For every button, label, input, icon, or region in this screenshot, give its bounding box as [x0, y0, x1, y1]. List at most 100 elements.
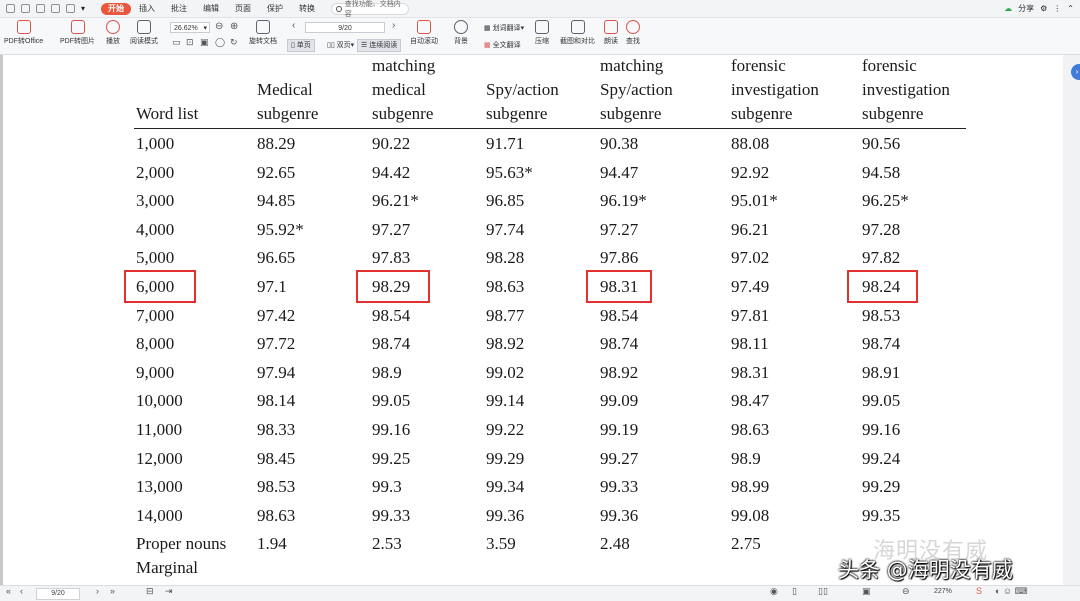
fit-icon[interactable]: ⊟ — [146, 586, 154, 597]
collapse-icon[interactable]: ⌃ — [1067, 4, 1074, 13]
cell-matching-spy-action: 99.27 — [600, 448, 639, 468]
rotate-icon — [256, 20, 270, 34]
cell-matching-spy-action: 2.48 — [600, 534, 630, 554]
settings-icon[interactable]: ⚙ — [1040, 4, 1047, 13]
next-page-icon[interactable]: › — [392, 20, 395, 31]
exit-icon[interactable]: ⇥ — [165, 586, 173, 597]
highlight-box-word-list — [124, 270, 196, 303]
document-page: Word list Medical subgenre matching medi… — [3, 55, 1063, 585]
tab-insert[interactable]: 插入 — [131, 0, 163, 17]
single-view-icon[interactable]: ▯ — [792, 586, 797, 597]
save-icon[interactable] — [21, 4, 30, 13]
share-button[interactable]: 分享 — [1018, 3, 1034, 14]
cloud-sync-icon[interactable]: ☁ — [1004, 4, 1012, 13]
pdf-to-office-button[interactable]: PDF转Office — [4, 20, 43, 46]
double-page-button[interactable]: ▯▯ 双页▾ — [323, 39, 358, 52]
pdf-to-image-button[interactable]: PDF转图片 — [60, 20, 95, 46]
cell-spy-action: 99.02 — [486, 362, 525, 382]
tab-comment[interactable]: 批注 — [163, 0, 195, 17]
status-page-input[interactable]: 9/20 — [36, 588, 80, 600]
cell-matching-medical: 94.42 — [372, 162, 411, 182]
header-medical-subgenre: Medical subgenre — [257, 80, 319, 123]
continuous-read-button[interactable]: ☰ 连续阅读 — [357, 39, 402, 52]
read-mode-button[interactable]: 阅读模式 — [130, 20, 158, 46]
cell-spy-action: 99.34 — [486, 477, 525, 497]
print-icon[interactable] — [36, 4, 45, 13]
cell-spy-action: 3.59 — [486, 534, 516, 554]
cell-matching-medical: 98.9 — [372, 362, 402, 382]
cell-word-list: 7,000 — [136, 305, 175, 325]
cell-spy-action: 99.36 — [486, 505, 525, 525]
cell-matching-medical: 99.33 — [372, 505, 411, 525]
zoom-in-icon[interactable]: ⊕ — [230, 21, 238, 32]
cell-forensic: 98.9 — [731, 448, 761, 468]
cell-matching-spy-action: 90.38 — [600, 134, 639, 153]
background-button[interactable]: 背景 — [454, 20, 468, 46]
select-icon[interactable]: ◯ — [215, 37, 225, 48]
tab-convert[interactable]: 转换 — [291, 0, 323, 17]
tab-protect[interactable]: 保护 — [259, 0, 291, 17]
read-aloud-button[interactable]: 朗读 — [604, 20, 618, 46]
quick-access-toolbar: ▾ — [6, 4, 87, 13]
single-page-button[interactable]: ▯ 单页 — [287, 39, 315, 52]
full-translate-button[interactable]: ▦ 全文翻译 — [480, 39, 525, 52]
status-zoom[interactable]: 227% — [934, 588, 952, 595]
header-matching-medical: matching medical subgenre — [372, 56, 436, 123]
pdf-image-icon — [70, 20, 85, 34]
cell-medical: 97.42 — [257, 305, 296, 325]
compress-button[interactable]: 压缩 — [535, 20, 549, 46]
cell-forensic: 88.08 — [731, 134, 770, 153]
screenshot-compare-button[interactable]: 截图和对比 — [560, 20, 595, 46]
find-button[interactable]: 查找 — [626, 20, 640, 46]
prev-page-icon[interactable]: ‹ — [292, 20, 295, 31]
fit-width-icon[interactable]: ⊡ — [186, 37, 194, 48]
rotate-small-icon[interactable]: ↻ — [230, 37, 238, 48]
cell-matching-forensic: 94.58 — [862, 162, 901, 182]
read-view-icon[interactable]: ▣ — [862, 586, 871, 597]
tab-start[interactable]: 开始 — [101, 2, 131, 15]
word-translate-button[interactable]: ▦ 划词翻译▾ — [480, 22, 528, 35]
next-page-status-icon[interactable]: › — [96, 586, 99, 596]
rotate-doc-button[interactable]: 旋转文档 — [249, 20, 277, 46]
redo-icon[interactable] — [66, 4, 75, 13]
zoom-out-status-icon[interactable]: ⊖ — [902, 586, 910, 597]
speaker-icon — [604, 20, 618, 34]
compress-label: 压缩 — [535, 38, 549, 45]
eye-icon[interactable]: ◉ — [770, 586, 778, 597]
undo-icon[interactable] — [51, 4, 60, 13]
zoom-select[interactable]: 26.62% ▾ — [170, 22, 210, 33]
assistant-float-icon[interactable]: › — [1071, 64, 1080, 80]
fit-page-icon[interactable]: ▭ — [172, 37, 181, 48]
cell-spy-action: 99.22 — [486, 420, 525, 439]
last-page-icon[interactable]: » — [110, 586, 115, 596]
cell-forensic: 98.63 — [731, 420, 770, 439]
search-box[interactable]: 查找功能、文档内容 — [331, 1, 409, 18]
zoom-out-icon[interactable]: ⊖ — [215, 21, 223, 32]
single-page-label: 单页 — [296, 42, 311, 49]
double-view-icon[interactable]: ▯▯ — [818, 586, 828, 597]
highlight-box-matching-forensic — [847, 270, 918, 303]
first-page-icon[interactable]: « — [6, 586, 11, 596]
page-number-input[interactable]: 9/20 — [305, 22, 385, 33]
cell-word-list: 11,000 — [136, 420, 183, 439]
cell-medical: 1.94 — [257, 534, 287, 554]
more-icon[interactable]: ⋮ — [1053, 4, 1061, 13]
prev-page-status-icon[interactable]: ‹ — [20, 586, 23, 596]
auto-scroll-button[interactable]: 自动滚动 — [410, 20, 438, 46]
cell-matching-medical: 99.05 — [372, 391, 411, 411]
tab-edit[interactable]: 编辑 — [195, 0, 227, 17]
vertical-scrollbar[interactable] — [1063, 55, 1080, 585]
tray-icons[interactable]: ◐ ☺ ⌨ — [995, 586, 1028, 597]
cell-spy-action: 97.74 — [486, 219, 525, 239]
file-icon[interactable] — [6, 4, 15, 13]
cell-matching-spy-action: 99.36 — [600, 505, 639, 525]
play-button[interactable]: 播放 — [106, 20, 120, 46]
cell-forensic: 97.49 — [731, 277, 770, 296]
pdf-to-image-label: PDF转图片 — [60, 38, 95, 45]
dropdown-icon[interactable]: ▾ — [81, 4, 87, 13]
actual-size-icon[interactable]: ▣ — [200, 37, 209, 48]
ime-icon[interactable]: S — [976, 586, 982, 596]
cell-forensic: 95.01* — [731, 191, 778, 211]
play-label: 播放 — [106, 38, 120, 45]
tab-page[interactable]: 页面 — [227, 0, 259, 17]
